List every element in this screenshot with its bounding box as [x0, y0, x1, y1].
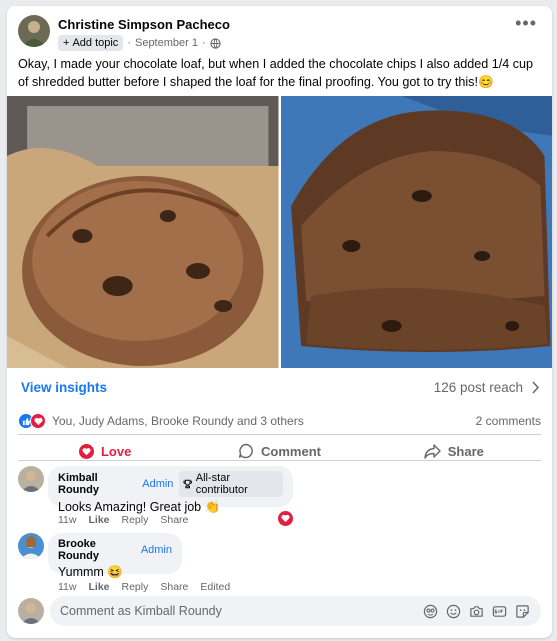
comment-item: Brooke Roundy Admin Yummm 😆 11w Like Rep…	[18, 533, 541, 593]
share-button[interactable]: Share	[367, 436, 541, 466]
comment-input[interactable]: Comment as Kimball Roundy	[50, 596, 541, 626]
like-comment-button[interactable]: Like	[88, 514, 109, 526]
globe-icon	[210, 37, 221, 49]
share-comment-button[interactable]: Share	[160, 514, 188, 526]
divider	[18, 434, 541, 435]
post-reach-label: 126 post reach	[433, 380, 523, 395]
comment-actions: 11w Like Reply Share Edited	[58, 581, 230, 593]
sticker-icon[interactable]	[514, 603, 531, 620]
commenter-name[interactable]: Brooke Roundy	[58, 538, 135, 562]
author-name[interactable]: Christine Simpson Pacheco	[58, 17, 230, 32]
reply-button[interactable]: Reply	[122, 581, 149, 593]
comment-item: Kimball Roundy Admin All-star contributo…	[18, 466, 541, 526]
love-label: Love	[100, 443, 132, 459]
plus-icon: +	[63, 37, 70, 49]
all-star-badge: All-star contributor	[179, 471, 283, 497]
comment-bubble: Kimball Roundy Admin All-star contributo…	[48, 466, 293, 514]
camera-icon[interactable]	[468, 603, 485, 620]
comment-time[interactable]: 11w	[58, 581, 76, 593]
chevron-right-icon	[532, 381, 540, 394]
emoji-icon[interactable]	[445, 603, 462, 620]
post-text: Okay, I made your chocolate loaf, but wh…	[18, 57, 534, 89]
like-comment-button[interactable]: Like	[88, 581, 109, 593]
comments-count[interactable]: 2 comments	[476, 414, 541, 428]
comment-text: Looks Amazing! Great job 👏	[58, 500, 221, 514]
admin-badge: Admin	[142, 478, 174, 490]
author-avatar[interactable]	[18, 15, 50, 47]
view-insights-link[interactable]: View insights	[21, 380, 107, 395]
comment-button[interactable]: Comment	[192, 436, 366, 466]
post-header: Christine Simpson Pacheco + Add topic · …	[18, 14, 541, 55]
post-actions: Love Comment Share	[18, 436, 541, 466]
comment-header: Kimball Roundy Admin All-star contributo…	[58, 471, 283, 497]
composer-tools	[422, 603, 541, 620]
composer-avatar[interactable]	[18, 598, 44, 624]
commenter-avatar[interactable]	[18, 533, 44, 559]
all-star-label: All-star contributor	[195, 472, 248, 496]
post-card: Christine Simpson Pacheco + Add topic · …	[7, 6, 552, 638]
commenter-name[interactable]: Kimball Roundy	[58, 472, 136, 496]
trophy-icon	[183, 479, 193, 489]
comment-input-placeholder: Comment as Kimball Roundy	[60, 604, 222, 618]
comment-label: Comment	[261, 443, 321, 459]
reaction-icons[interactable]	[18, 413, 46, 429]
post-date[interactable]: September 1	[135, 37, 198, 49]
post-meta: + Add topic · September 1 ·	[58, 35, 221, 51]
photo-loaf-sliced[interactable]	[280, 96, 553, 368]
edited-label: Edited	[200, 581, 231, 593]
add-topic-label: Add topic	[72, 37, 119, 49]
divider	[18, 460, 541, 461]
share-label: Share	[447, 443, 484, 459]
reply-button[interactable]: Reply	[122, 514, 149, 526]
comment-composer: Comment as Kimball Roundy	[18, 596, 541, 626]
love-reaction-icon	[30, 413, 46, 429]
separator-dot: ·	[127, 37, 131, 49]
post-reach[interactable]: 126 post reach	[434, 380, 540, 395]
separator-dot: ·	[201, 37, 206, 49]
comment-icon	[238, 443, 253, 459]
comment-header: Brooke Roundy Admin	[58, 538, 172, 562]
share-icon	[424, 443, 441, 459]
heart-icon[interactable]	[278, 511, 293, 526]
commenter-avatar[interactable]	[18, 466, 44, 492]
comment-text: Yummm 😆	[58, 565, 123, 579]
add-topic-button[interactable]: + Add topic	[58, 35, 124, 51]
gif-icon[interactable]	[491, 603, 508, 620]
photo-loaf-whole[interactable]	[7, 96, 279, 368]
comment-actions: 11w Like Reply Share	[58, 514, 188, 526]
more-icon[interactable]: •••	[515, 14, 537, 32]
reaction-names[interactable]: You, Judy Adams, Brooke Roundy and 3 oth…	[52, 414, 304, 428]
reactions-summary: You, Judy Adams, Brooke Roundy and 3 oth…	[18, 412, 541, 430]
love-button[interactable]: Love	[18, 436, 192, 466]
heart-icon	[78, 443, 94, 459]
admin-badge: Admin	[140, 544, 172, 556]
photo-grid	[7, 96, 552, 368]
avatar-sticker-icon[interactable]	[422, 603, 439, 620]
comment-time[interactable]: 11w	[58, 514, 76, 526]
comment-bubble: Brooke Roundy Admin Yummm 😆	[48, 533, 182, 579]
share-comment-button[interactable]: Share	[160, 581, 188, 593]
